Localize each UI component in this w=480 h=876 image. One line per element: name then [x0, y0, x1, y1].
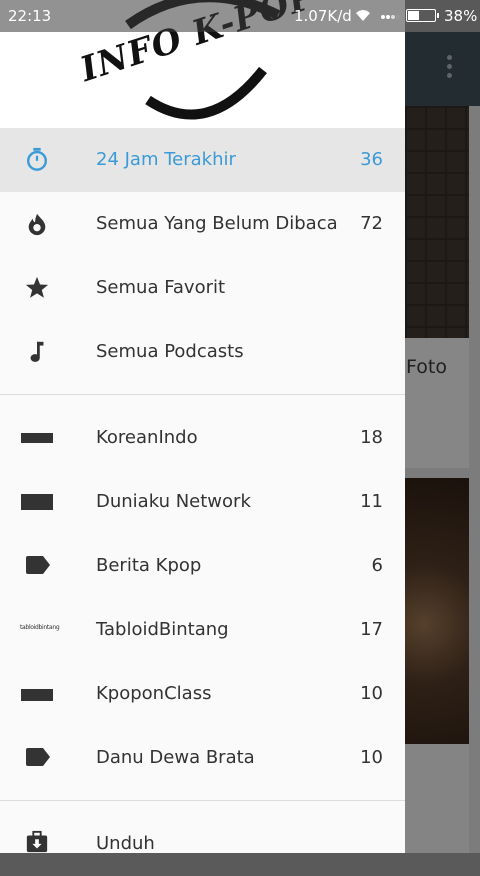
drawer-item-label: Berita Kpop: [96, 555, 202, 576]
signal-icon: [381, 15, 400, 19]
drawer-item-label: KpoponClass: [96, 683, 212, 704]
download-icon: [26, 830, 48, 853]
tabloid-logo-icon: tabloidbintang: [20, 624, 60, 631]
drawer-feed-berita-kpop[interactable]: Berita Kpop 6: [0, 534, 405, 598]
star-icon: [25, 276, 49, 298]
drawer-item-podcasts[interactable]: Semua Podcasts: [0, 320, 405, 384]
drawer-item-label: Semua Podcasts: [96, 341, 244, 362]
drawer-item-favorites[interactable]: Semua Favorit: [0, 256, 405, 320]
tag-icon: [26, 748, 50, 766]
drawer-item-count: 17: [360, 619, 383, 640]
drawer-item-label: KoreanIndo: [96, 427, 198, 448]
status-battery-percent: 38%: [444, 7, 478, 25]
drawer-divider: [0, 800, 405, 801]
drawer-item-label: 24 Jam Terakhir: [96, 149, 236, 170]
timer-icon: [27, 147, 47, 171]
status-bar: 22:13 1.07K/d 38%: [0, 0, 480, 32]
drawer-feed-kpoponclass[interactable]: KpoponClass 10: [0, 662, 405, 726]
drawer-feed-koreanindo[interactable]: KoreanIndo 18: [0, 406, 405, 470]
feed-bar-icon: [21, 494, 53, 510]
music-note-icon: [30, 341, 44, 362]
drawer-feed-tabloidbintang[interactable]: tabloidbintang TabloidBintang 17: [0, 598, 405, 662]
drawer-item-last-24h[interactable]: 24 Jam Terakhir 36: [0, 128, 405, 192]
drawer-item-count: 10: [360, 747, 383, 768]
drawer-item-all-unread[interactable]: Semua Yang Belum Dibaca 72: [0, 192, 405, 256]
feed-bar-icon: [21, 433, 53, 443]
drawer-feed-duniaku[interactable]: Duniaku Network 11: [0, 470, 405, 534]
wifi-icon: [356, 10, 370, 21]
drawer-item-count: 36: [360, 149, 383, 170]
tag-icon: [26, 556, 50, 574]
status-time: 22:13: [8, 7, 52, 25]
drawer-item-label: Duniaku Network: [96, 491, 251, 512]
drawer-item-label: TabloidBintang: [96, 619, 229, 640]
navigation-drawer: INFO K-POP 24 Jam Terakhir 36 Semua Yang…: [0, 0, 405, 854]
drawer-feed-danu-dewa-brata[interactable]: Danu Dewa Brata 10: [0, 726, 405, 790]
drawer-item-label: Unduh: [96, 833, 155, 854]
drawer-item-count: 18: [360, 427, 383, 448]
drawer-item-count: 11: [360, 491, 383, 512]
drawer-item-download[interactable]: Unduh: [0, 812, 405, 876]
drawer-item-count: 72: [360, 213, 383, 234]
drawer-divider: [0, 394, 405, 395]
battery-icon: [406, 9, 439, 22]
fire-icon: [28, 213, 46, 236]
feed-bar-icon: [21, 689, 53, 701]
drawer-item-count: 10: [360, 683, 383, 704]
drawer-item-label: Semua Favorit: [96, 277, 226, 298]
drawer-item-count: 6: [371, 555, 383, 576]
drawer-item-label: Semua Yang Belum Dibaca: [96, 213, 338, 234]
status-net-speed: 1.07K/d: [294, 7, 352, 25]
drawer-item-label: Danu Dewa Brata: [96, 747, 255, 768]
